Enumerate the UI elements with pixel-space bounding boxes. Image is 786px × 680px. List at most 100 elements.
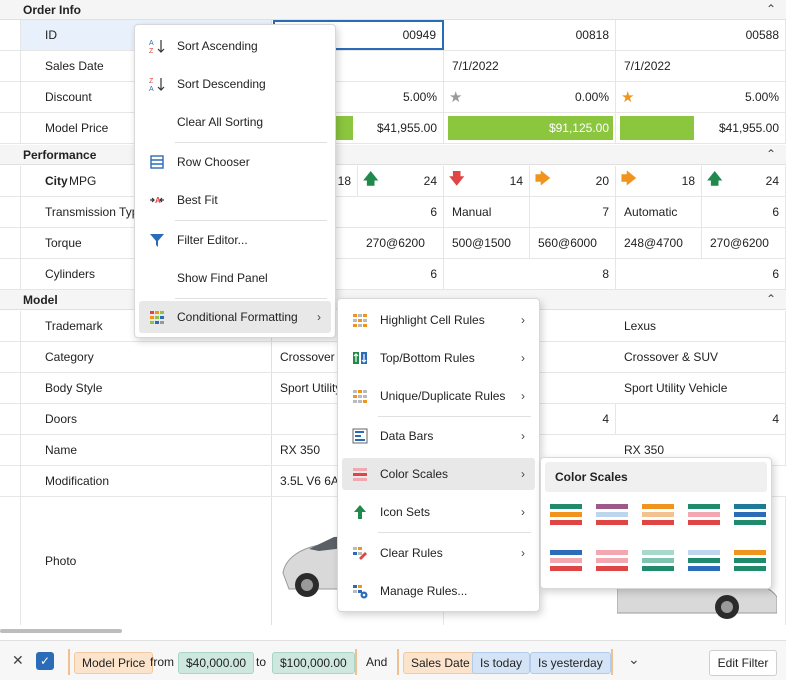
menu-conditional-formatting[interactable]: Conditional Formatting › <box>139 301 331 333</box>
filter-op-to[interactable]: to <box>256 655 266 669</box>
cell-model-price-3[interactable]: $41,955.00 <box>617 113 786 143</box>
cell-id-2[interactable]: 00818 <box>445 20 616 50</box>
menu-sort-descending[interactable]: ZA Sort Descending <box>139 68 331 100</box>
cell-trademark-3[interactable]: Lexus <box>617 311 786 341</box>
cell-torque-4[interactable]: 248@4700 <box>617 228 702 258</box>
cell-model-price-2[interactable]: $91,125.00 <box>445 113 616 143</box>
menu-sort-ascending[interactable]: AZ Sort Ascending <box>139 30 331 62</box>
cell-transmission-4[interactable]: Automatic <box>617 197 702 227</box>
horizontal-scrollbar[interactable] <box>0 629 122 633</box>
chevron-down-icon[interactable]: ⌄ <box>628 651 640 668</box>
filter-value-to[interactable]: $100,000.00 <box>272 652 355 674</box>
cell-transmission-5[interactable]: 6 <box>703 197 786 227</box>
color-scale-swatch[interactable] <box>550 550 582 580</box>
cell-mpg-4[interactable]: 🡆 20 <box>531 166 616 196</box>
cell-transmission-1[interactable]: 6 <box>359 197 444 227</box>
cell-torque-1[interactable]: 270@6200 <box>359 228 444 258</box>
filter-op-is-today[interactable]: Is today <box>472 652 531 674</box>
svg-text:A: A <box>149 86 154 92</box>
row-mpg: MPG City 18 🡅 24 🡇 14 🡆 20 🡆 18 🡅 24 <box>0 166 786 197</box>
color-scale-swatch[interactable] <box>688 504 720 534</box>
cell-body-style-3[interactable]: Sport Utility Vehicle <box>617 373 786 403</box>
row-chooser-icon <box>150 155 164 169</box>
filter-value-from[interactable]: $40,000.00 <box>178 652 255 674</box>
cell-torque-3[interactable]: 560@6000 <box>531 228 616 258</box>
cell-doors-3[interactable]: 4 <box>617 404 786 434</box>
cell-category-3[interactable]: Crossover & SUV <box>617 342 786 372</box>
star-icon: ★ <box>621 89 635 106</box>
group-order-info[interactable]: Order Info ⌃ <box>0 0 786 20</box>
menu-color-scales[interactable]: Color Scales › <box>342 458 535 490</box>
filter-field-model-price[interactable]: Model Price <box>74 652 154 674</box>
cell-discount-2[interactable]: ★ 0.00% <box>445 82 616 112</box>
menu-show-find-panel[interactable]: Show Find Panel <box>139 262 331 294</box>
svg-text:Z: Z <box>149 78 154 85</box>
chevron-up-icon[interactable]: ⌃ <box>766 147 776 161</box>
arrow-up-icon: 🡅 <box>363 170 379 188</box>
enable-filter-checkbox[interactable]: ✓ <box>36 652 54 670</box>
row-header[interactable]: Name <box>20 435 272 465</box>
chevron-up-icon[interactable]: ⌃ <box>766 2 776 16</box>
color-scale-swatch[interactable] <box>642 550 674 580</box>
filter-op-from[interactable]: from <box>150 655 174 669</box>
menu-row-chooser[interactable]: Row Chooser <box>139 146 331 178</box>
clear-rules-icon <box>353 547 367 560</box>
filter-field-sales-date[interactable]: Sales Date <box>403 652 478 674</box>
data-bars-icon <box>352 428 368 444</box>
cell-cylinders-2[interactable]: 8 <box>445 259 616 289</box>
chevron-right-icon: › <box>521 546 525 560</box>
menu-clear-rules[interactable]: Clear Rules › <box>342 537 535 569</box>
row-id: ID 00949 00818 00588 <box>0 20 786 51</box>
menu-separator <box>378 416 531 417</box>
cell-sales-date-3[interactable]: 7/1/2022 <box>617 51 786 81</box>
menu-highlight-cell-rules[interactable]: Highlight Cell Rules › <box>342 304 535 336</box>
edit-filter-button[interactable]: Edit Filter <box>709 650 777 676</box>
menu-separator <box>175 142 327 143</box>
color-scales-icon <box>353 468 367 481</box>
filter-group-and[interactable]: And <box>366 655 387 669</box>
menu-data-bars[interactable]: Data Bars › <box>342 420 535 452</box>
chevron-up-icon[interactable]: ⌃ <box>766 292 776 306</box>
menu-best-fit[interactable]: A Best Fit <box>139 184 331 216</box>
group-title: Model <box>23 293 58 307</box>
menu-top-bottom-rules[interactable]: Top/Bottom Rules › <box>342 342 535 374</box>
menu-filter-editor[interactable]: Filter Editor... <box>139 224 331 256</box>
cell-mpg-2[interactable]: 🡅 24 <box>359 166 444 196</box>
cell-transmission-2[interactable]: Manual <box>445 197 530 227</box>
row-cylinders: Cylinders 6 8 6 <box>0 259 786 290</box>
row-header[interactable]: Doors <box>20 404 272 434</box>
filter-op-is-yesterday[interactable]: Is yesterday <box>530 652 611 674</box>
arrow-right-icon: 🡆 <box>535 170 551 188</box>
cell-torque-5[interactable]: 270@6200 <box>703 228 786 258</box>
cell-id-3[interactable]: 00588 <box>617 20 786 50</box>
cell-discount-3[interactable]: ★ 5.00% <box>617 82 786 112</box>
filter-icon <box>150 234 164 247</box>
cell-mpg-6[interactable]: 🡅 24 <box>703 166 786 196</box>
row-header[interactable]: Photo <box>20 497 272 625</box>
group-title: Performance <box>23 148 97 162</box>
cell-transmission-3[interactable]: 7 <box>531 197 616 227</box>
unique-duplicate-icon <box>353 390 367 403</box>
cell-mpg-3[interactable]: 🡇 14 <box>445 166 530 196</box>
gallery-header: Color Scales <box>545 462 767 492</box>
cell-mpg-5[interactable]: 🡆 18 <box>617 166 702 196</box>
row-header[interactable]: Modification <box>20 466 272 496</box>
cell-sales-date-2[interactable]: 7/1/2022 <box>445 51 616 81</box>
color-scale-swatch[interactable] <box>734 550 766 580</box>
color-scale-swatch[interactable] <box>596 550 628 580</box>
menu-unique-duplicate-rules[interactable]: Unique/Duplicate Rules › <box>342 380 535 412</box>
close-icon[interactable]: ✕ <box>12 652 24 669</box>
cell-torque-2[interactable]: 500@1500 <box>445 228 530 258</box>
cell-cylinders-3[interactable]: 6 <box>617 259 786 289</box>
group-performance[interactable]: Performance ⌃ <box>0 145 786 165</box>
row-header[interactable]: Body Style <box>20 373 272 403</box>
color-scale-swatch[interactable] <box>596 504 628 534</box>
menu-manage-rules[interactable]: Manage Rules... <box>342 575 535 607</box>
color-scale-swatch[interactable] <box>734 504 766 534</box>
color-scale-swatch[interactable] <box>688 550 720 580</box>
color-scale-swatch[interactable] <box>550 504 582 534</box>
menu-icon-sets[interactable]: Icon Sets › <box>342 496 535 528</box>
row-header[interactable]: Category <box>20 342 272 372</box>
color-scale-swatch[interactable] <box>642 504 674 534</box>
menu-clear-sorting[interactable]: Clear All Sorting <box>139 106 331 138</box>
